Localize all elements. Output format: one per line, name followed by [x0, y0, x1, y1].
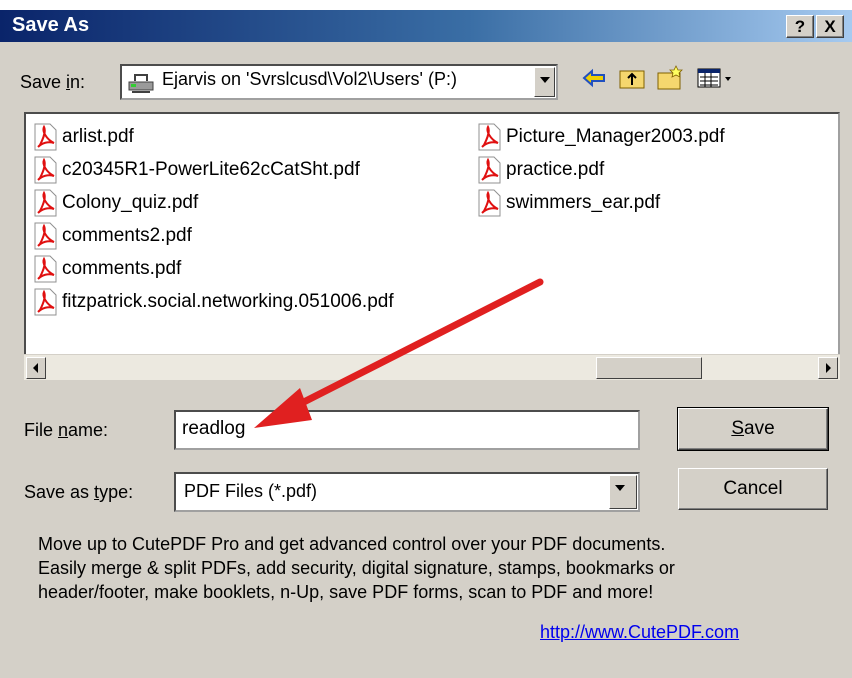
annotation-arrow-icon: [254, 278, 544, 428]
